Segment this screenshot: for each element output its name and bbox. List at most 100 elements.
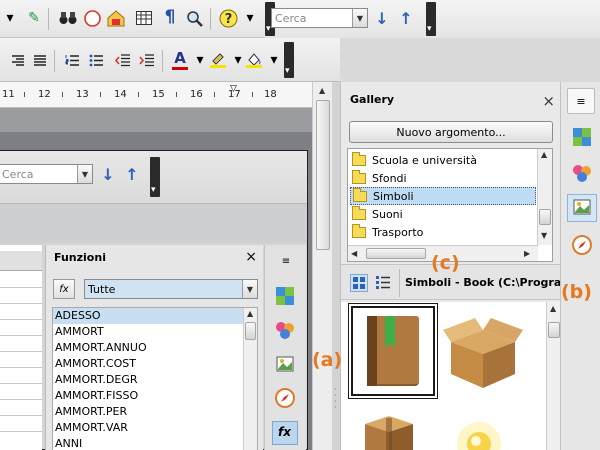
icon-view-icon[interactable]: [350, 274, 368, 292]
arrow-down-icon[interactable]: ↓: [372, 8, 392, 28]
gallery-preview-area[interactable]: ▲: [341, 302, 561, 450]
menu-icon[interactable]: ≡: [276, 251, 296, 271]
splitter-grip[interactable]: · · · ·: [334, 386, 337, 412]
close-icon[interactable]: ×: [245, 249, 257, 265]
theme-item[interactable]: Suoni: [350, 205, 536, 223]
gallery-item[interactable]: [359, 412, 419, 450]
function-item[interactable]: ANNI: [53, 436, 257, 450]
scroll-left-icon[interactable]: ◀: [351, 249, 357, 258]
function-item[interactable]: AMMORT: [53, 324, 257, 340]
scroll-down-icon[interactable]: ▼: [541, 231, 547, 240]
navigator-icon[interactable]: [82, 8, 102, 28]
document-vertical-scrollbar[interactable]: ▲: [312, 82, 332, 450]
navigator-icon[interactable]: [571, 234, 593, 256]
arrow-up-icon[interactable]: ↑: [122, 164, 142, 184]
scrollbar-thumb[interactable]: [548, 322, 560, 338]
gallery-icon[interactable]: [274, 353, 296, 375]
help-icon[interactable]: ?: [218, 8, 238, 28]
numbering-icon[interactable]: [62, 50, 82, 70]
function-item[interactable]: AMMORT.DEGR: [53, 372, 257, 388]
functions-tab-icon[interactable]: fx: [272, 421, 298, 445]
scrollbar-thumb[interactable]: [245, 322, 256, 340]
horizontal-ruler[interactable]: 11 12 13 14 15 16 17 18 ▽: [0, 82, 312, 108]
function-item[interactable]: AMMORT.PER: [53, 404, 257, 420]
toolbar-grip[interactable]: [426, 2, 436, 36]
toolbar-grip[interactable]: [284, 42, 294, 78]
ruler-tick: [62, 92, 63, 97]
sidebar-splitter[interactable]: · · · ·: [332, 82, 340, 450]
font-color-icon[interactable]: A: [170, 48, 190, 68]
table-icon[interactable]: [134, 8, 154, 28]
scroll-right-icon[interactable]: ▶: [524, 249, 530, 258]
search-combo[interactable]: Cerca ▼: [271, 8, 368, 28]
image-icon[interactable]: [106, 8, 126, 28]
tab-stop-marker[interactable]: ▽: [230, 84, 237, 94]
gallery-icon[interactable]: [567, 194, 597, 222]
highlight-icon[interactable]: [208, 49, 228, 69]
theme-item[interactable]: Trasporto: [350, 223, 536, 241]
close-icon[interactable]: ×: [542, 92, 555, 110]
zoom-icon[interactable]: [184, 8, 204, 28]
scroll-up-icon[interactable]: ▲: [247, 309, 253, 318]
function-item[interactable]: AMMORT.FISSO: [53, 388, 257, 404]
increase-indent-icon[interactable]: [136, 50, 156, 70]
justify-icon[interactable]: [30, 50, 50, 70]
navigator-icon[interactable]: [274, 387, 296, 409]
chevron-down-icon[interactable]: ▼: [242, 280, 257, 298]
function-item[interactable]: AMMORT.ANNUO: [53, 340, 257, 356]
function-item[interactable]: ADESSO: [53, 308, 257, 324]
theme-item-selected[interactable]: Simboli: [350, 187, 536, 205]
arrow-up-icon[interactable]: ↑: [396, 8, 416, 28]
insert-function-button[interactable]: fx: [53, 279, 75, 299]
gallery-item-selected[interactable]: [348, 303, 438, 399]
theme-list[interactable]: Scuola e università Sfondi Simboli Suoni…: [347, 148, 553, 262]
function-list[interactable]: ADESSO AMMORT AMMORT.ANNUO AMMORT.COST A…: [52, 307, 258, 450]
align-right-icon[interactable]: [8, 50, 28, 70]
scroll-up-icon[interactable]: ▲: [541, 150, 547, 159]
theme-label: Suoni: [372, 207, 403, 221]
theme-item[interactable]: Sfondi: [350, 169, 536, 187]
background-color-icon[interactable]: [244, 49, 264, 69]
function-item[interactable]: AMMORT.COST: [53, 356, 257, 372]
spreadsheet-grid[interactable]: [0, 245, 42, 450]
scrollbar-thumb[interactable]: [316, 100, 330, 250]
category-select[interactable]: Tutte ▼: [84, 279, 258, 299]
column-header[interactable]: [0, 251, 42, 271]
embedded-search-input[interactable]: Cerca: [0, 168, 77, 181]
function-item[interactable]: AMMORT.VAR: [53, 420, 257, 436]
embedded-search-combo[interactable]: Cerca ▼: [0, 164, 93, 184]
sidebar-menu-icon[interactable]: ≡: [567, 88, 595, 114]
gallery-item[interactable]: [449, 414, 509, 450]
preview-vertical-scrollbar[interactable]: ▲: [546, 302, 561, 450]
theme-item[interactable]: Scuola e università: [350, 151, 536, 169]
chevron-down-icon[interactable]: ▼: [77, 165, 92, 183]
toolbar-grip[interactable]: [150, 157, 160, 197]
binoculars-icon[interactable]: [58, 8, 78, 28]
pencil-icon[interactable]: ✎: [24, 8, 44, 28]
decrease-indent-icon[interactable]: [112, 50, 132, 70]
scroll-up-icon[interactable]: ▲: [550, 304, 556, 313]
chevron-down-icon[interactable]: ▼: [352, 9, 367, 27]
chevron-down-icon[interactable]: ▾: [264, 50, 284, 70]
detail-view-icon[interactable]: [375, 274, 393, 292]
chevron-down-icon[interactable]: ▾: [190, 50, 210, 70]
theme-list-vertical-scrollbar[interactable]: ▲ ▼: [537, 149, 552, 245]
gallery-item[interactable]: [441, 312, 525, 392]
toolbar-dropdown-icon[interactable]: ▾: [0, 8, 20, 28]
scrollbar-thumb[interactable]: [539, 209, 551, 225]
bullets-icon[interactable]: [86, 50, 106, 70]
properties-icon[interactable]: [274, 285, 296, 307]
search-input[interactable]: Cerca: [272, 12, 352, 25]
styles-icon[interactable]: [571, 162, 593, 184]
function-list-scrollbar[interactable]: ▲: [243, 308, 257, 450]
toolbar-dropdown-icon[interactable]: ▾: [240, 8, 260, 28]
grid-line: [0, 367, 42, 368]
scrollbar-thumb[interactable]: [366, 248, 426, 259]
new-theme-button[interactable]: Nuovo argomento...: [349, 121, 553, 143]
styles-icon[interactable]: [274, 319, 296, 341]
book-icon: [367, 316, 419, 386]
pilcrow-icon[interactable]: ¶: [160, 7, 180, 27]
properties-icon[interactable]: [571, 126, 593, 148]
arrow-down-icon[interactable]: ↓: [98, 164, 118, 184]
scroll-up-icon[interactable]: ▲: [319, 86, 325, 95]
